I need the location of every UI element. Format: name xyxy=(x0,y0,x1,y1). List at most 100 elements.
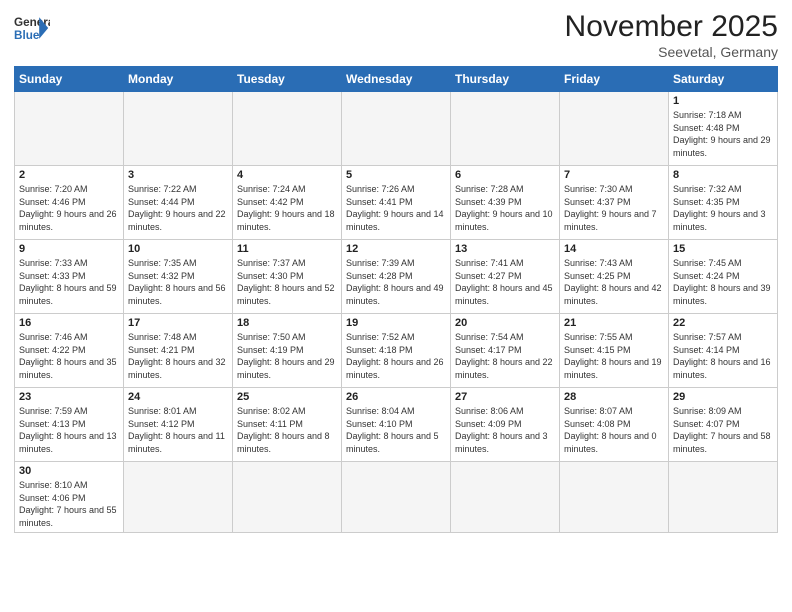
calendar-cell: 21Sunrise: 7:55 AM Sunset: 4:15 PM Dayli… xyxy=(560,314,669,388)
day-number: 4 xyxy=(237,169,337,181)
day-number: 29 xyxy=(673,391,773,403)
day-info: Sunrise: 7:54 AM Sunset: 4:17 PM Dayligh… xyxy=(455,331,555,381)
day-info: Sunrise: 8:10 AM Sunset: 4:06 PM Dayligh… xyxy=(19,479,119,529)
calendar-cell: 14Sunrise: 7:43 AM Sunset: 4:25 PM Dayli… xyxy=(560,240,669,314)
svg-text:Blue: Blue xyxy=(14,29,40,42)
logo-icon: General Blue xyxy=(14,10,50,46)
day-number: 19 xyxy=(346,317,446,329)
header-thursday: Thursday xyxy=(451,67,560,92)
header-wednesday: Wednesday xyxy=(342,67,451,92)
day-number: 16 xyxy=(19,317,119,329)
calendar-week-row: 9 Sunrise: 7:33 AM Sunset: 4:33 PM Daylig… xyxy=(15,240,778,314)
calendar-cell xyxy=(15,92,124,166)
day-number: 5 xyxy=(346,169,446,181)
day-info: Sunrise: 7:45 AM Sunset: 4:24 PM Dayligh… xyxy=(673,257,773,307)
calendar-cell: 11 Sunrise: 7:37 AM Sunset: 4:30 PM Dayli… xyxy=(233,240,342,314)
calendar-cell: 30 Sunrise: 8:10 AM Sunset: 4:06 PM Dayli… xyxy=(15,462,124,533)
day-number: 6 xyxy=(455,169,555,181)
day-number: 30 xyxy=(19,465,119,477)
calendar: Sunday Monday Tuesday Wednesday Thursday… xyxy=(14,66,778,533)
day-info: Sunrise: 7:20 AM Sunset: 4:46 PM Dayligh… xyxy=(19,183,119,233)
calendar-cell xyxy=(669,462,778,533)
day-info: Sunrise: 7:43 AM Sunset: 4:25 PM Dayligh… xyxy=(564,257,664,307)
day-info: Sunrise: 7:46 AM Sunset: 4:22 PM Dayligh… xyxy=(19,331,119,381)
calendar-cell xyxy=(233,462,342,533)
calendar-cell xyxy=(560,92,669,166)
day-number: 26 xyxy=(346,391,446,403)
day-info: Sunrise: 7:41 AM Sunset: 4:27 PM Dayligh… xyxy=(455,257,555,307)
day-info: Sunrise: 7:52 AM Sunset: 4:18 PM Dayligh… xyxy=(346,331,446,381)
calendar-cell: 26Sunrise: 8:04 AM Sunset: 4:10 PM Dayli… xyxy=(342,388,451,462)
calendar-cell xyxy=(451,92,560,166)
day-number: 27 xyxy=(455,391,555,403)
header-tuesday: Tuesday xyxy=(233,67,342,92)
day-number: 24 xyxy=(128,391,228,403)
calendar-week-row: 2Sunrise: 7:20 AM Sunset: 4:46 PM Daylig… xyxy=(15,166,778,240)
calendar-cell: 17Sunrise: 7:48 AM Sunset: 4:21 PM Dayli… xyxy=(124,314,233,388)
day-number: 7 xyxy=(564,169,664,181)
day-number: 18 xyxy=(237,317,337,329)
day-info: Sunrise: 8:06 AM Sunset: 4:09 PM Dayligh… xyxy=(455,405,555,455)
calendar-cell: 28 Sunrise: 8:07 AM Sunset: 4:08 PM Dayli… xyxy=(560,388,669,462)
calendar-cell: 10 Sunrise: 7:35 AM Sunset: 4:32 PM Dayli… xyxy=(124,240,233,314)
day-info: Sunrise: 8:02 AM Sunset: 4:11 PM Dayligh… xyxy=(237,405,337,455)
day-info: Sunrise: 7:48 AM Sunset: 4:21 PM Dayligh… xyxy=(128,331,228,381)
day-number: 25 xyxy=(237,391,337,403)
calendar-week-row: 30 Sunrise: 8:10 AM Sunset: 4:06 PM Dayli… xyxy=(15,462,778,533)
day-info: Sunrise: 7:33 AM Sunset: 4:33 PM Dayligh… xyxy=(19,257,119,307)
day-info: Sunrise: 7:37 AM Sunset: 4:30 PM Dayligh… xyxy=(237,257,337,307)
calendar-cell: 25 Sunrise: 8:02 AM Sunset: 4:11 PM Dayli… xyxy=(233,388,342,462)
calendar-cell: 18Sunrise: 7:50 AM Sunset: 4:19 PM Dayli… xyxy=(233,314,342,388)
day-number: 22 xyxy=(673,317,773,329)
calendar-cell: 9 Sunrise: 7:33 AM Sunset: 4:33 PM Daylig… xyxy=(15,240,124,314)
calendar-cell: 7 Sunrise: 7:30 AM Sunset: 4:37 PM Daylig… xyxy=(560,166,669,240)
calendar-cell: 23 Sunrise: 7:59 AM Sunset: 4:13 PM Dayli… xyxy=(15,388,124,462)
calendar-cell: 13 Sunrise: 7:41 AM Sunset: 4:27 PM Dayli… xyxy=(451,240,560,314)
day-info: Sunrise: 8:09 AM Sunset: 4:07 PM Dayligh… xyxy=(673,405,773,455)
header-friday: Friday xyxy=(560,67,669,92)
calendar-cell: 19 Sunrise: 7:52 AM Sunset: 4:18 PM Dayli… xyxy=(342,314,451,388)
day-info: Sunrise: 7:35 AM Sunset: 4:32 PM Dayligh… xyxy=(128,257,228,307)
calendar-cell xyxy=(342,92,451,166)
day-info: Sunrise: 7:57 AM Sunset: 4:14 PM Dayligh… xyxy=(673,331,773,381)
day-number: 9 xyxy=(19,243,119,255)
header-saturday: Saturday xyxy=(669,67,778,92)
calendar-week-row: 1 Sunrise: 7:18 AM Sunset: 4:48 PM Daylig… xyxy=(15,92,778,166)
location: Seevetal, Germany xyxy=(565,44,778,60)
calendar-cell xyxy=(342,462,451,533)
calendar-cell: 8Sunrise: 7:32 AM Sunset: 4:35 PM Daylig… xyxy=(669,166,778,240)
logo: General Blue xyxy=(14,10,50,46)
day-number: 11 xyxy=(237,243,337,255)
day-number: 3 xyxy=(128,169,228,181)
day-number: 23 xyxy=(19,391,119,403)
day-number: 1 xyxy=(673,95,773,107)
day-number: 20 xyxy=(455,317,555,329)
calendar-cell: 20 Sunrise: 7:54 AM Sunset: 4:17 PM Dayli… xyxy=(451,314,560,388)
page: General Blue November 2025 Seevetal, Ger… xyxy=(0,0,792,612)
day-info: Sunrise: 7:55 AM Sunset: 4:15 PM Dayligh… xyxy=(564,331,664,381)
header-monday: Monday xyxy=(124,67,233,92)
title-block: November 2025 Seevetal, Germany xyxy=(565,10,778,60)
calendar-cell xyxy=(124,462,233,533)
day-info: Sunrise: 7:26 AM Sunset: 4:41 PM Dayligh… xyxy=(346,183,446,233)
day-number: 13 xyxy=(455,243,555,255)
calendar-cell xyxy=(124,92,233,166)
month-title: November 2025 xyxy=(565,10,778,44)
day-info: Sunrise: 7:30 AM Sunset: 4:37 PM Dayligh… xyxy=(564,183,664,233)
day-number: 15 xyxy=(673,243,773,255)
calendar-cell: 1 Sunrise: 7:18 AM Sunset: 4:48 PM Daylig… xyxy=(669,92,778,166)
calendar-cell xyxy=(451,462,560,533)
day-number: 10 xyxy=(128,243,228,255)
header-sunday: Sunday xyxy=(15,67,124,92)
day-number: 28 xyxy=(564,391,664,403)
calendar-cell: 12Sunrise: 7:39 AM Sunset: 4:28 PM Dayli… xyxy=(342,240,451,314)
calendar-cell: 3 Sunrise: 7:22 AM Sunset: 4:44 PM Daylig… xyxy=(124,166,233,240)
day-info: Sunrise: 8:01 AM Sunset: 4:12 PM Dayligh… xyxy=(128,405,228,455)
day-info: Sunrise: 8:07 AM Sunset: 4:08 PM Dayligh… xyxy=(564,405,664,455)
day-info: Sunrise: 7:59 AM Sunset: 4:13 PM Dayligh… xyxy=(19,405,119,455)
day-info: Sunrise: 7:18 AM Sunset: 4:48 PM Dayligh… xyxy=(673,109,773,159)
calendar-week-row: 23 Sunrise: 7:59 AM Sunset: 4:13 PM Dayli… xyxy=(15,388,778,462)
day-number: 8 xyxy=(673,169,773,181)
day-info: Sunrise: 7:22 AM Sunset: 4:44 PM Dayligh… xyxy=(128,183,228,233)
calendar-cell: 24 Sunrise: 8:01 AM Sunset: 4:12 PM Dayli… xyxy=(124,388,233,462)
